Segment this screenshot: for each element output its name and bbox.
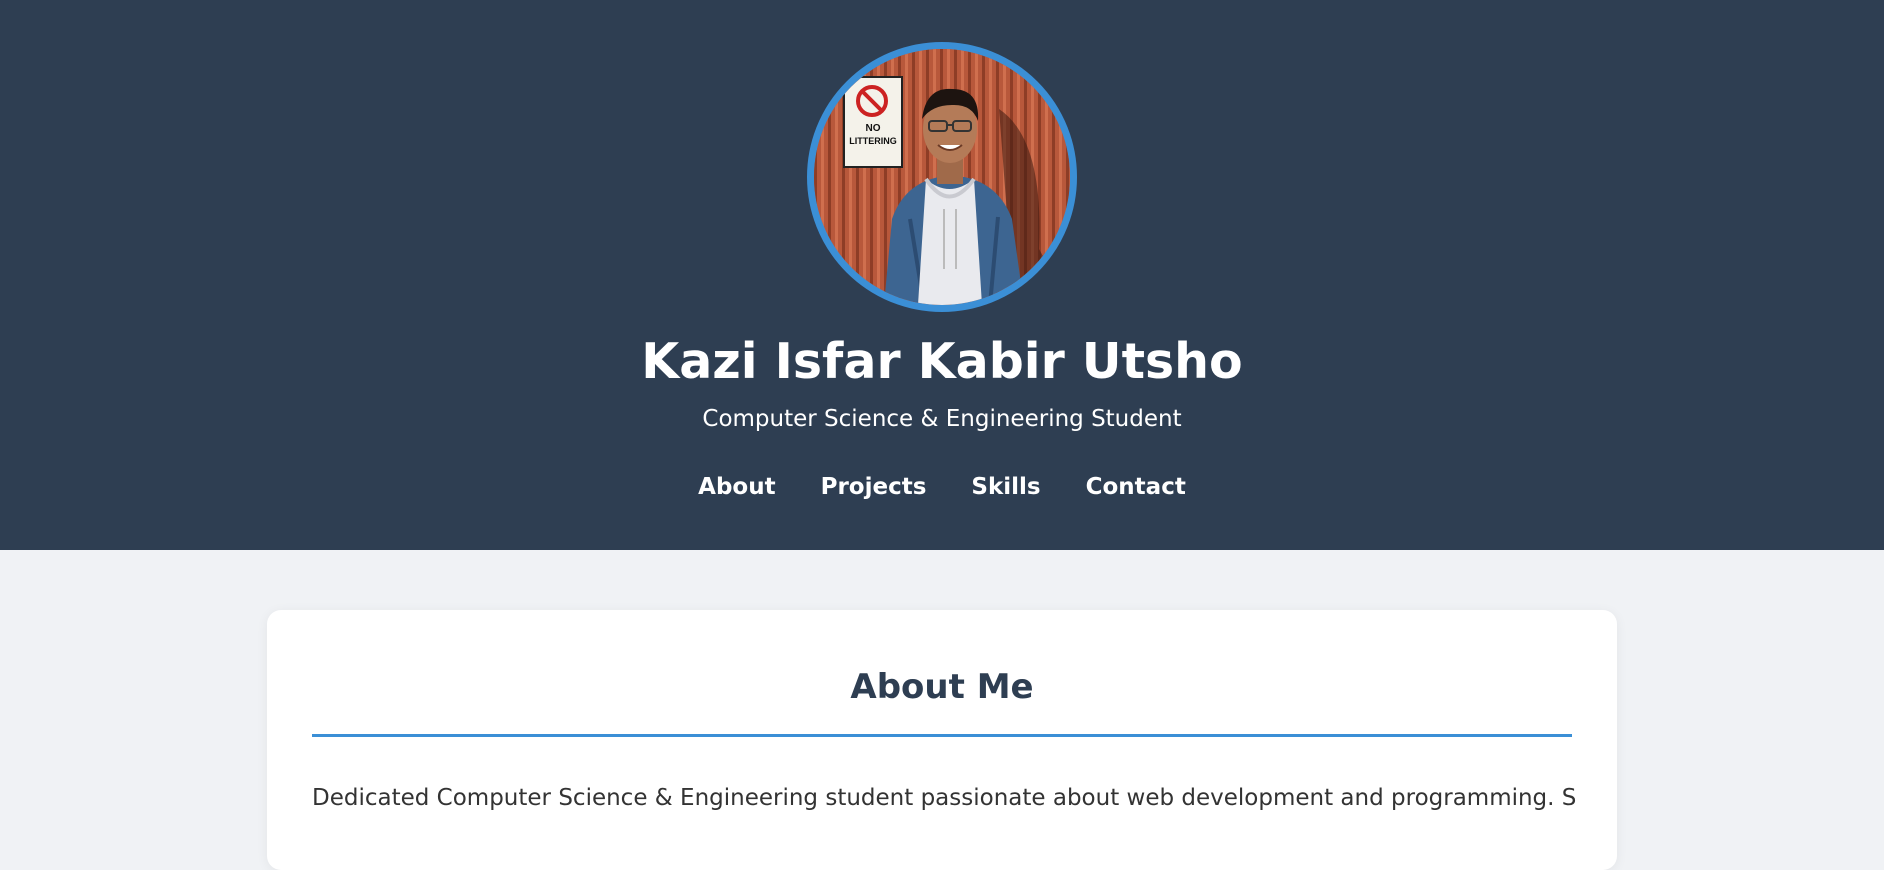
about-section-text: Dedicated Computer Science & Engineering… [312,785,1577,811]
nav-link-contact[interactable]: Contact [1086,470,1186,504]
about-section-card: About Me Dedicated Computer Science & En… [267,610,1617,870]
hero-header: NO LITTERING Kazi Isfar Kabir Utsho Comp… [0,0,1884,550]
no-littering-sign: NO LITTERING [843,76,903,168]
nav-link-projects[interactable]: Projects [821,470,927,504]
profile-photo-illustration: NO LITTERING [814,49,1070,305]
page-subtitle: Computer Science & Engineering Student [702,406,1182,432]
svg-text:LITTERING: LITTERING [849,136,897,146]
profile-avatar: NO LITTERING [807,42,1077,312]
about-section-title: About Me [850,667,1034,707]
svg-text:NO: NO [866,123,881,134]
main-nav: About Projects Skills Contact [0,470,1884,504]
nav-link-about[interactable]: About [698,470,775,504]
nav-link-skills[interactable]: Skills [971,470,1040,504]
page-title: Kazi Isfar Kabir Utsho [641,333,1243,390]
section-divider [312,734,1572,737]
